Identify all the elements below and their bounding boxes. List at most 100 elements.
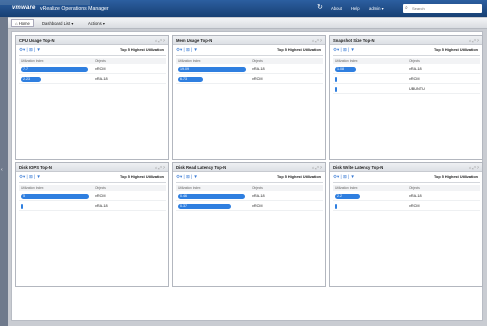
table-row[interactable]: vRCM bbox=[333, 75, 480, 84]
utilization-bar bbox=[335, 77, 337, 82]
object-name[interactable]: vRCM bbox=[252, 77, 263, 81]
column-header-object[interactable]: Objects bbox=[252, 186, 263, 190]
dashboard-canvas: CPU Usage Top-N ⌂ ⤢ ? ⚙▾ | ⊠ | ▼ Top 5 High… bbox=[11, 31, 483, 321]
widget-controls-icon[interactable]: ⌂ ⤢ ? bbox=[469, 38, 479, 43]
object-name[interactable]: vRCM bbox=[95, 67, 106, 71]
expand-panel-icon[interactable]: ‹ bbox=[1, 167, 3, 173]
utilization-bar: 7.7 bbox=[21, 67, 88, 72]
widget-header: Snapshot Size Top-N ⌂ ⤢ ? bbox=[330, 36, 482, 45]
column-header-row: Utilization Index Objects bbox=[176, 58, 323, 64]
object-name[interactable]: vRA-18 bbox=[409, 67, 422, 71]
about-link[interactable]: About bbox=[331, 6, 342, 11]
brand-logo: vmware bbox=[12, 5, 36, 11]
object-name[interactable]: vRA-18 bbox=[95, 77, 108, 81]
object-name[interactable]: UBUNTU bbox=[409, 87, 425, 91]
table-row[interactable]: 0.46 vRA-18 bbox=[176, 192, 323, 201]
table-row[interactable]: 6.73 vRCM bbox=[176, 75, 323, 84]
utilization-bar bbox=[21, 204, 23, 209]
widget-toolbar-icon[interactable]: ⚙▾ | ⊠ | ▼ bbox=[333, 174, 355, 180]
column-header-object[interactable]: Objects bbox=[252, 59, 263, 63]
utilization-bar: 19.09 bbox=[178, 67, 246, 72]
search-input[interactable] bbox=[412, 5, 478, 12]
widget-controls-icon[interactable]: ⌂ ⤢ ? bbox=[155, 38, 165, 43]
help-link[interactable]: Help bbox=[351, 6, 360, 11]
app-title: vRealize Operations Manager bbox=[40, 6, 109, 12]
search-box[interactable]: ⌕ bbox=[403, 4, 482, 13]
widget-mode-label: Top 5 Highest Utilization bbox=[433, 48, 478, 52]
table-row[interactable]: 1.08 vRA-18 bbox=[333, 65, 480, 74]
widget-panel: Mem Usage Top-N ⌂ ⤢ ? ⚙▾ | ⊠ | ▼ Top 5 High… bbox=[172, 35, 326, 160]
widget-title: Mem Usage Top-N bbox=[176, 38, 213, 43]
column-header-metric[interactable]: Utilization Index bbox=[21, 186, 44, 190]
home-tab[interactable]: ⌂ Home bbox=[11, 19, 34, 27]
widget-divider bbox=[176, 55, 323, 56]
utilization-bar: 0.46 bbox=[178, 194, 245, 199]
table-row[interactable]: vRA-18 bbox=[19, 202, 166, 211]
object-name[interactable]: vRA-18 bbox=[409, 194, 422, 198]
column-header-metric[interactable]: Utilization Index bbox=[178, 186, 201, 190]
widget-controls-icon[interactable]: ⌂ ⤢ ? bbox=[469, 165, 479, 170]
object-name[interactable]: vRCM bbox=[409, 77, 420, 81]
object-name[interactable]: vRCM bbox=[95, 194, 106, 198]
widget-title: Snapshot Size Top-N bbox=[333, 38, 375, 43]
widget-title: Disk Write Latency Top-N bbox=[333, 165, 384, 170]
table-row[interactable]: vRCM bbox=[333, 202, 480, 211]
widget-toolbar-icon[interactable]: ⚙▾ | ⊠ | ▼ bbox=[176, 174, 198, 180]
table-row[interactable]: 2.23 vRA-18 bbox=[19, 75, 166, 84]
column-header-metric[interactable]: Utilization Index bbox=[178, 59, 201, 63]
column-header-metric[interactable]: Utilization Index bbox=[335, 59, 358, 63]
table-row[interactable]: 5 vRCM bbox=[19, 192, 166, 201]
table-row[interactable]: 2.2 vRA-18 bbox=[333, 192, 480, 201]
widget-header: Mem Usage Top-N ⌂ ⤢ ? bbox=[173, 36, 325, 45]
utilization-value: 2.2 bbox=[337, 194, 342, 198]
widget-panel: Disk Read Latency Top-N ⌂ ⤢ ? ⚙▾ | ⊠ | ▼ To… bbox=[172, 162, 326, 287]
widget-mode-label: Top 5 Highest Utilization bbox=[119, 175, 164, 179]
column-header-metric[interactable]: Utilization Index bbox=[21, 59, 44, 63]
table-row[interactable]: 0.37 vRCM bbox=[176, 202, 323, 211]
widget-toolbar-icon[interactable]: ⚙▾ | ⊠ | ▼ bbox=[19, 47, 41, 53]
column-header-object[interactable]: Objects bbox=[409, 59, 420, 63]
column-header-object[interactable]: Objects bbox=[409, 186, 420, 190]
column-header-row: Utilization Index Objects bbox=[19, 58, 166, 64]
object-name[interactable]: vRA-18 bbox=[252, 194, 265, 198]
widget-divider bbox=[19, 55, 166, 56]
object-name[interactable]: vRA-18 bbox=[252, 67, 265, 71]
widget-divider bbox=[176, 182, 323, 183]
column-header-object[interactable]: Objects bbox=[95, 186, 106, 190]
widget-controls-icon[interactable]: ⌂ ⤢ ? bbox=[155, 165, 165, 170]
widget-mode-label: Top 5 Highest Utilization bbox=[433, 175, 478, 179]
utilization-bar: 1.08 bbox=[335, 67, 356, 72]
object-name[interactable]: vRA-18 bbox=[95, 204, 108, 208]
actions-menu[interactable]: Actions ▾ bbox=[88, 21, 105, 26]
utilization-bar: 2.23 bbox=[21, 77, 41, 82]
column-header-object[interactable]: Objects bbox=[95, 59, 106, 63]
dashboard-toolbar: ⌂ Home Dashboard List ▾ Actions ▾ bbox=[8, 18, 487, 29]
widget-controls-icon[interactable]: ⌂ ⤢ ? bbox=[312, 165, 322, 170]
widget-toolbar-icon[interactable]: ⚙▾ | ⊠ | ▼ bbox=[333, 47, 355, 53]
user-menu[interactable]: admin ▾ bbox=[369, 6, 384, 11]
table-row[interactable]: UBUNTU bbox=[333, 85, 480, 94]
left-panel-collapsed[interactable]: ‹ bbox=[0, 17, 8, 326]
utilization-value: 6.73 bbox=[180, 77, 187, 81]
column-header-row: Utilization Index Objects bbox=[333, 185, 480, 191]
utilization-value: 7.7 bbox=[23, 67, 28, 71]
object-name[interactable]: vRCM bbox=[252, 204, 263, 208]
widget-divider bbox=[333, 55, 480, 56]
utilization-value: 19.09 bbox=[180, 67, 189, 71]
widget-mode-label: Top 5 Highest Utilization bbox=[276, 175, 321, 179]
utilization-bar bbox=[335, 87, 337, 92]
object-name[interactable]: vRCM bbox=[409, 204, 420, 208]
widget-toolbar-icon[interactable]: ⚙▾ | ⊠ | ▼ bbox=[176, 47, 198, 53]
column-header-row: Utilization Index Objects bbox=[19, 185, 166, 191]
table-row[interactable]: 19.09 vRA-18 bbox=[176, 65, 323, 74]
widget-controls-icon[interactable]: ⌂ ⤢ ? bbox=[312, 38, 322, 43]
widget-header: CPU Usage Top-N ⌂ ⤢ ? bbox=[16, 36, 168, 45]
widget-title: CPU Usage Top-N bbox=[19, 38, 55, 43]
utilization-bar bbox=[335, 204, 337, 209]
refresh-icon[interactable]: ↻ bbox=[317, 4, 323, 11]
column-header-metric[interactable]: Utilization Index bbox=[335, 186, 358, 190]
table-row[interactable]: 7.7 vRCM bbox=[19, 65, 166, 74]
dashboard-list-menu[interactable]: Dashboard List ▾ bbox=[42, 21, 73, 26]
widget-toolbar-icon[interactable]: ⚙▾ | ⊠ | ▼ bbox=[19, 174, 41, 180]
utilization-value: 0.37 bbox=[180, 204, 187, 208]
